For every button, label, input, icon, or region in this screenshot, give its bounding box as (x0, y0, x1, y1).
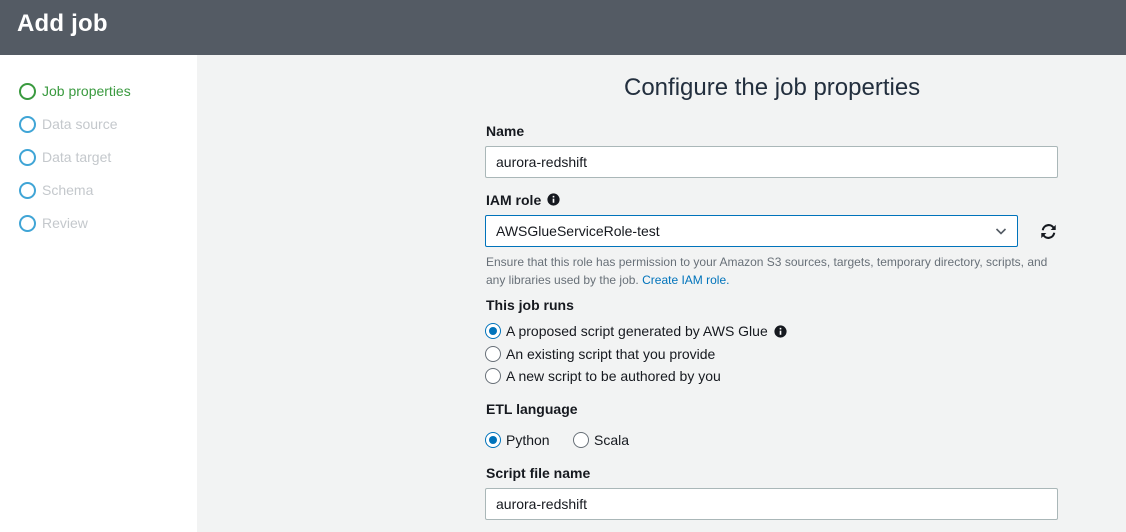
step-review[interactable]: Review (19, 214, 88, 232)
step-label: Data target (42, 149, 112, 165)
step-data-source[interactable]: Data source (19, 115, 117, 133)
iam-role-label: IAM role (486, 192, 560, 208)
etl-language-label: ETL language (486, 401, 578, 417)
script-file-name-input[interactable] (485, 488, 1058, 520)
refresh-icon[interactable] (1040, 223, 1057, 240)
step-label: Data source (42, 116, 118, 132)
etl-language-option-python[interactable]: Python (485, 432, 550, 448)
radio-button[interactable] (485, 323, 501, 339)
iam-role-label-text: IAM role (486, 192, 542, 208)
page-title: Configure the job properties (624, 74, 921, 101)
info-icon[interactable] (547, 193, 560, 206)
chevron-down-icon (995, 228, 1007, 235)
step-status-circle-icon (19, 115, 36, 133)
radio-label: Python (506, 432, 550, 448)
step-schema[interactable]: Schema (19, 181, 93, 199)
radio-label: An existing script that you provide (506, 346, 716, 362)
step-label: Review (42, 215, 88, 231)
name-label: Name (486, 123, 525, 139)
etl-language-option-scala[interactable]: Scala (573, 432, 629, 448)
step-data-target[interactable]: Data target (19, 148, 111, 166)
page-header: Add job (0, 0, 1126, 55)
info-icon[interactable] (774, 324, 787, 338)
main-content (197, 55, 1126, 532)
job-runs-option-new-script[interactable]: A new script to be authored by you (485, 368, 721, 384)
radio-button[interactable] (573, 432, 589, 448)
step-status-circle-icon (19, 82, 36, 100)
page-header-title: Add job (17, 10, 108, 37)
radio-label: A proposed script generated by AWS Glue (506, 323, 768, 339)
iam-role-help-text: Ensure that this role has permission to … (486, 253, 1061, 289)
radio-label: Scala (594, 432, 630, 448)
name-input[interactable] (485, 146, 1058, 178)
step-status-circle-icon (19, 148, 36, 166)
step-status-circle-icon (19, 181, 36, 199)
step-status-circle-icon (19, 214, 36, 232)
radio-button[interactable] (485, 368, 501, 384)
step-label: Schema (42, 182, 94, 198)
step-label: Job properties (42, 83, 131, 99)
radio-label: A new script to be authored by you (506, 368, 721, 384)
step-job-properties[interactable]: Job properties (19, 82, 131, 100)
radio-button[interactable] (485, 346, 501, 362)
iam-role-select-value: AWSGlueServiceRole-test (496, 223, 660, 239)
create-iam-role-link[interactable]: Create IAM role. (642, 273, 729, 287)
iam-role-help-body: Ensure that this role has permission to … (486, 255, 1048, 287)
script-file-name-label: Script file name (486, 465, 591, 481)
job-runs-label: This job runs (486, 297, 574, 313)
job-runs-option-proposed-script[interactable]: A proposed script generated by AWS Glue (485, 323, 787, 339)
iam-role-select[interactable]: AWSGlueServiceRole-test (485, 215, 1018, 247)
job-runs-option-existing-script[interactable]: An existing script that you provide (485, 346, 715, 362)
radio-button[interactable] (485, 432, 501, 448)
